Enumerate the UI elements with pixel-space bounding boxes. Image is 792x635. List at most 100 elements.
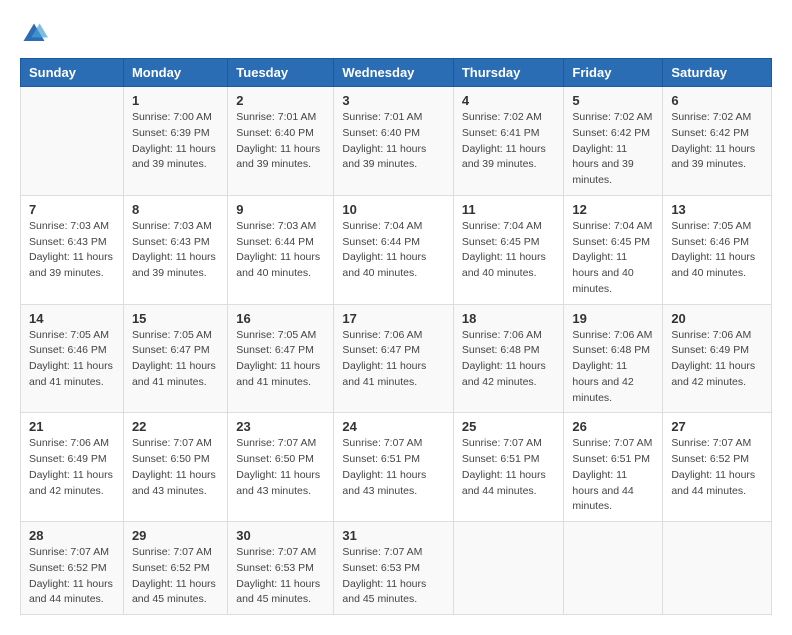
day-cell: 19 Sunrise: 7:06 AMSunset: 6:48 PMDayligh… [564,304,663,413]
day-number: 31 [342,528,444,543]
day-cell: 25 Sunrise: 7:07 AMSunset: 6:51 PMDayligh… [453,413,564,522]
day-detail: Sunrise: 7:02 AMSunset: 6:41 PMDaylight:… [462,110,556,173]
day-detail: Sunrise: 7:05 AMSunset: 6:46 PMDaylight:… [671,219,763,282]
day-number: 2 [236,93,325,108]
day-cell [663,522,772,615]
day-detail: Sunrise: 7:01 AMSunset: 6:40 PMDaylight:… [236,110,325,173]
day-detail: Sunrise: 7:06 AMSunset: 6:48 PMDaylight:… [462,328,556,391]
day-cell [453,522,564,615]
day-cell: 1Sunrise: 7:00 AMSunset: 6:39 PMDaylight… [123,87,227,196]
header-saturday: Saturday [663,59,772,87]
day-number: 5 [572,93,654,108]
day-number: 11 [462,202,556,217]
day-cell: 13 Sunrise: 7:05 AMSunset: 6:46 PMDayligh… [663,195,772,304]
day-number: 12 [572,202,654,217]
day-cell: 22Sunrise: 7:07 AMSunset: 6:50 PMDayligh… [123,413,227,522]
day-detail: Sunrise: 7:04 AMSunset: 6:44 PMDaylight:… [342,219,444,282]
day-detail: Sunrise: 7:04 AMSunset: 6:45 PMDaylight:… [572,219,654,298]
day-cell: 6 Sunrise: 7:02 AMSunset: 6:42 PMDaylight… [663,87,772,196]
day-number: 18 [462,311,556,326]
header-wednesday: Wednesday [334,59,453,87]
day-detail: Sunrise: 7:07 AMSunset: 6:51 PMDaylight:… [342,436,444,499]
day-number: 30 [236,528,325,543]
day-number: 7 [29,202,115,217]
day-number: 19 [572,311,654,326]
logo [20,20,52,48]
day-number: 25 [462,419,556,434]
day-detail: Sunrise: 7:04 AMSunset: 6:45 PMDaylight:… [462,219,556,282]
day-cell: 31 Sunrise: 7:07 AMSunset: 6:53 PMDayligh… [334,522,453,615]
day-cell: 11 Sunrise: 7:04 AMSunset: 6:45 PMDayligh… [453,195,564,304]
day-detail: Sunrise: 7:07 AMSunset: 6:53 PMDaylight:… [342,545,444,608]
calendar-table: SundayMondayTuesdayWednesdayThursdayFrid… [20,58,772,615]
week-row-2: 7 Sunrise: 7:03 AMSunset: 6:43 PMDaylight… [21,195,772,304]
day-number: 28 [29,528,115,543]
day-cell: 23 Sunrise: 7:07 AMSunset: 6:50 PMDayligh… [228,413,334,522]
day-number: 24 [342,419,444,434]
day-number: 10 [342,202,444,217]
day-cell: 9 Sunrise: 7:03 AMSunset: 6:44 PMDaylight… [228,195,334,304]
day-cell: 29Sunrise: 7:07 AMSunset: 6:52 PMDayligh… [123,522,227,615]
page-header [20,20,772,48]
day-cell: 21 Sunrise: 7:06 AMSunset: 6:49 PMDayligh… [21,413,124,522]
day-detail: Sunrise: 7:05 AMSunset: 6:47 PMDaylight:… [132,328,219,391]
day-cell: 4 Sunrise: 7:02 AMSunset: 6:41 PMDaylight… [453,87,564,196]
day-number: 26 [572,419,654,434]
day-detail: Sunrise: 7:07 AMSunset: 6:53 PMDaylight:… [236,545,325,608]
week-row-1: 1Sunrise: 7:00 AMSunset: 6:39 PMDaylight… [21,87,772,196]
day-detail: Sunrise: 7:07 AMSunset: 6:52 PMDaylight:… [29,545,115,608]
day-cell: 28 Sunrise: 7:07 AMSunset: 6:52 PMDayligh… [21,522,124,615]
day-number: 13 [671,202,763,217]
day-number: 20 [671,311,763,326]
day-number: 22 [132,419,219,434]
day-cell: 20 Sunrise: 7:06 AMSunset: 6:49 PMDayligh… [663,304,772,413]
day-number: 21 [29,419,115,434]
day-number: 8 [132,202,219,217]
day-cell: 3Sunrise: 7:01 AMSunset: 6:40 PMDaylight… [334,87,453,196]
day-number: 16 [236,311,325,326]
week-row-4: 21 Sunrise: 7:06 AMSunset: 6:49 PMDayligh… [21,413,772,522]
day-cell: 26Sunrise: 7:07 AMSunset: 6:51 PMDayligh… [564,413,663,522]
day-cell: 18 Sunrise: 7:06 AMSunset: 6:48 PMDayligh… [453,304,564,413]
header-monday: Monday [123,59,227,87]
day-number: 17 [342,311,444,326]
day-number: 4 [462,93,556,108]
day-detail: Sunrise: 7:06 AMSunset: 6:48 PMDaylight:… [572,328,654,407]
day-detail: Sunrise: 7:02 AMSunset: 6:42 PMDaylight:… [572,110,654,189]
day-number: 29 [132,528,219,543]
header-friday: Friday [564,59,663,87]
day-cell [564,522,663,615]
day-detail: Sunrise: 7:06 AMSunset: 6:49 PMDaylight:… [671,328,763,391]
day-number: 9 [236,202,325,217]
day-detail: Sunrise: 7:07 AMSunset: 6:51 PMDaylight:… [462,436,556,499]
day-detail: Sunrise: 7:05 AMSunset: 6:46 PMDaylight:… [29,328,115,391]
day-cell: 17 Sunrise: 7:06 AMSunset: 6:47 PMDayligh… [334,304,453,413]
day-cell: 14 Sunrise: 7:05 AMSunset: 6:46 PMDayligh… [21,304,124,413]
day-detail: Sunrise: 7:00 AMSunset: 6:39 PMDaylight:… [132,110,219,173]
day-cell [21,87,124,196]
header-tuesday: Tuesday [228,59,334,87]
day-number: 6 [671,93,763,108]
day-detail: Sunrise: 7:07 AMSunset: 6:50 PMDaylight:… [236,436,325,499]
day-cell: 27 Sunrise: 7:07 AMSunset: 6:52 PMDayligh… [663,413,772,522]
day-number: 23 [236,419,325,434]
day-detail: Sunrise: 7:06 AMSunset: 6:47 PMDaylight:… [342,328,444,391]
day-cell: 30 Sunrise: 7:07 AMSunset: 6:53 PMDayligh… [228,522,334,615]
day-cell: 7 Sunrise: 7:03 AMSunset: 6:43 PMDaylight… [21,195,124,304]
day-number: 27 [671,419,763,434]
day-number: 15 [132,311,219,326]
day-cell: 10 Sunrise: 7:04 AMSunset: 6:44 PMDayligh… [334,195,453,304]
day-detail: Sunrise: 7:02 AMSunset: 6:42 PMDaylight:… [671,110,763,173]
header-thursday: Thursday [453,59,564,87]
day-detail: Sunrise: 7:05 AMSunset: 6:47 PMDaylight:… [236,328,325,391]
day-cell: 16 Sunrise: 7:05 AMSunset: 6:47 PMDayligh… [228,304,334,413]
day-detail: Sunrise: 7:06 AMSunset: 6:49 PMDaylight:… [29,436,115,499]
day-cell: 5 Sunrise: 7:02 AMSunset: 6:42 PMDaylight… [564,87,663,196]
day-detail: Sunrise: 7:07 AMSunset: 6:52 PMDaylight:… [671,436,763,499]
day-number: 14 [29,311,115,326]
day-detail: Sunrise: 7:03 AMSunset: 6:44 PMDaylight:… [236,219,325,282]
day-cell: 24 Sunrise: 7:07 AMSunset: 6:51 PMDayligh… [334,413,453,522]
day-detail: Sunrise: 7:03 AMSunset: 6:43 PMDaylight:… [132,219,219,282]
day-detail: Sunrise: 7:03 AMSunset: 6:43 PMDaylight:… [29,219,115,282]
day-cell: 15 Sunrise: 7:05 AMSunset: 6:47 PMDayligh… [123,304,227,413]
